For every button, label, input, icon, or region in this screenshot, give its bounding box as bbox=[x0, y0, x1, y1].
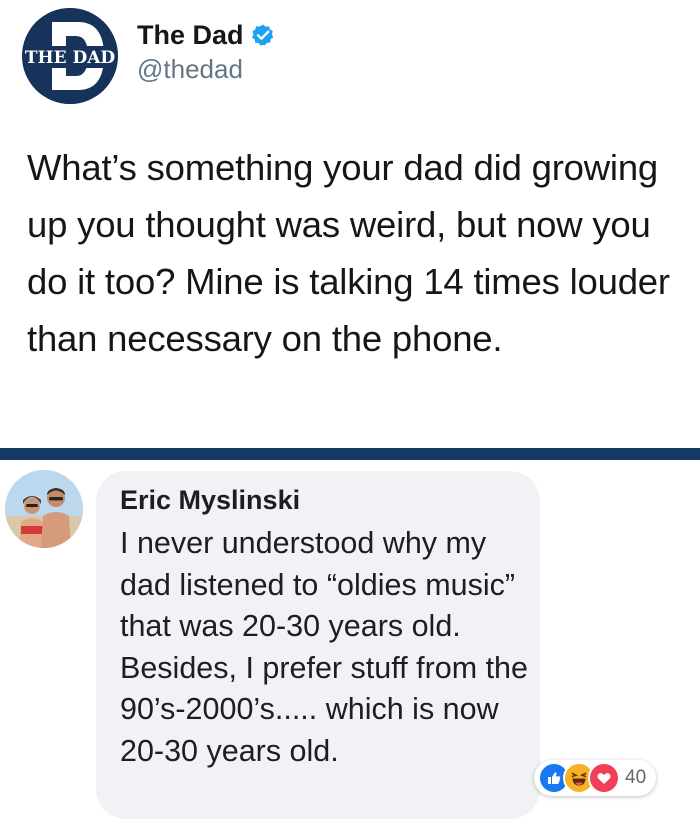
commenter-name[interactable]: Eric Myslinski bbox=[120, 485, 300, 516]
avatar-logo-text: THE DAD bbox=[25, 48, 116, 68]
section-divider bbox=[0, 448, 700, 460]
tweet-card: THE DAD The Dad @thedad What’s something… bbox=[0, 0, 700, 448]
author-handle[interactable]: @thedad bbox=[137, 54, 275, 85]
tweet-author: The Dad @thedad bbox=[137, 18, 275, 85]
the-dad-avatar[interactable]: THE DAD bbox=[22, 8, 118, 104]
comment-text: I never understood why my dad listened t… bbox=[120, 526, 528, 768]
author-name[interactable]: The Dad bbox=[137, 20, 244, 51]
verified-badge-icon bbox=[251, 23, 275, 47]
tweet-text: What’s something your dad did growing up… bbox=[27, 147, 670, 359]
the-dad-logo: THE DAD bbox=[22, 8, 118, 104]
reaction-summary[interactable]: 40 bbox=[534, 760, 657, 796]
commenter-avatar[interactable] bbox=[5, 470, 83, 548]
reaction-count: 40 bbox=[625, 767, 647, 788]
facebook-comment: Eric Myslinski I never understood why my… bbox=[0, 460, 700, 826]
love-icon bbox=[588, 762, 620, 794]
commenter-photo bbox=[5, 470, 83, 548]
comment-bubble: Eric Myslinski I never understood why my… bbox=[96, 471, 540, 819]
